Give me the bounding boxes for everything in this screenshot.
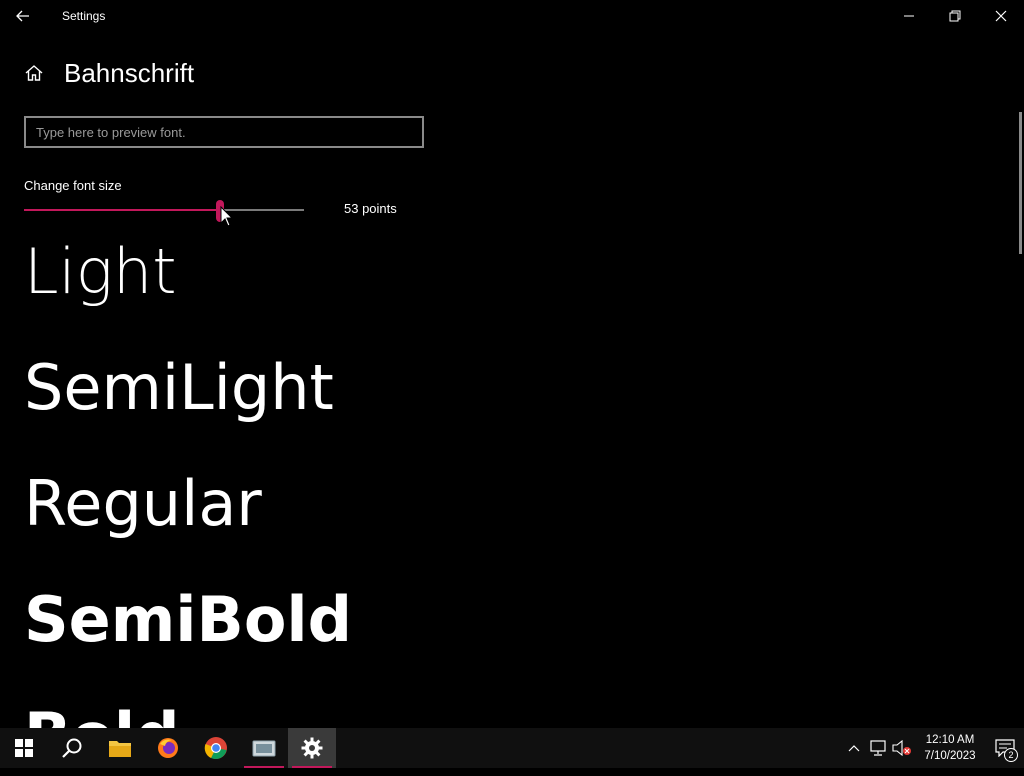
notification-count-badge: 2 — [1004, 748, 1018, 762]
start-icon — [15, 739, 33, 757]
window-title: Settings — [62, 9, 106, 23]
slider-fill — [24, 209, 220, 211]
back-button[interactable] — [0, 0, 46, 32]
sample-light: Light — [24, 235, 177, 308]
close-icon — [995, 10, 1007, 22]
settings-icon — [301, 737, 323, 759]
page-title: Bahnschrift — [64, 57, 195, 88]
minimize-button[interactable] — [886, 0, 932, 32]
app-icon — [252, 740, 276, 757]
file-explorer-icon — [109, 741, 131, 757]
show-hidden-icons-button[interactable] — [842, 728, 866, 768]
search-button[interactable] — [48, 728, 96, 768]
page-header: Bahnschrift — [24, 56, 194, 90]
font-preview-input[interactable] — [24, 116, 424, 148]
file-explorer-button[interactable] — [96, 728, 144, 768]
font-size-value: 53 points — [344, 201, 397, 216]
font-size-slider[interactable] — [24, 198, 304, 222]
close-button[interactable] — [978, 0, 1024, 32]
restore-button[interactable] — [932, 0, 978, 32]
mouse-cursor-icon — [220, 206, 234, 227]
home-icon — [25, 65, 43, 81]
volume-button[interactable] — [890, 728, 914, 768]
settings-taskbar-button[interactable] — [288, 728, 336, 768]
clock-date: 7/10/2023 — [924, 750, 976, 762]
font-size-label: Change font size — [24, 178, 122, 193]
app-button[interactable] — [240, 728, 288, 768]
sample-semilight: SemiLight — [24, 351, 334, 424]
network-icon — [870, 740, 886, 756]
volume-muted-icon — [892, 740, 911, 756]
clock[interactable]: 12:10 AM 7/10/2023 — [914, 732, 986, 764]
firefox-button[interactable] — [144, 728, 192, 768]
start-button[interactable] — [0, 728, 48, 768]
chevron-up-icon — [848, 745, 860, 752]
search-icon — [62, 738, 82, 758]
sample-regular: Regular — [24, 467, 262, 540]
network-button[interactable] — [866, 728, 890, 768]
back-arrow-icon — [16, 10, 29, 22]
minimize-icon — [904, 15, 914, 17]
home-button[interactable] — [24, 63, 44, 83]
title-bar: Settings — [0, 0, 1024, 32]
firefox-icon — [158, 738, 178, 758]
chrome-button[interactable] — [192, 728, 240, 768]
system-tray: 12:10 AM 7/10/2023 2 — [842, 728, 1024, 768]
sample-semibold: SemiBold — [24, 583, 353, 656]
action-center-button[interactable]: 2 — [986, 728, 1024, 768]
scrollbar[interactable] — [1019, 112, 1022, 254]
taskbar: 12:10 AM 7/10/2023 2 — [0, 728, 1024, 768]
clock-time: 12:10 AM — [925, 734, 975, 746]
restore-icon — [949, 10, 961, 22]
chrome-icon — [204, 737, 227, 760]
